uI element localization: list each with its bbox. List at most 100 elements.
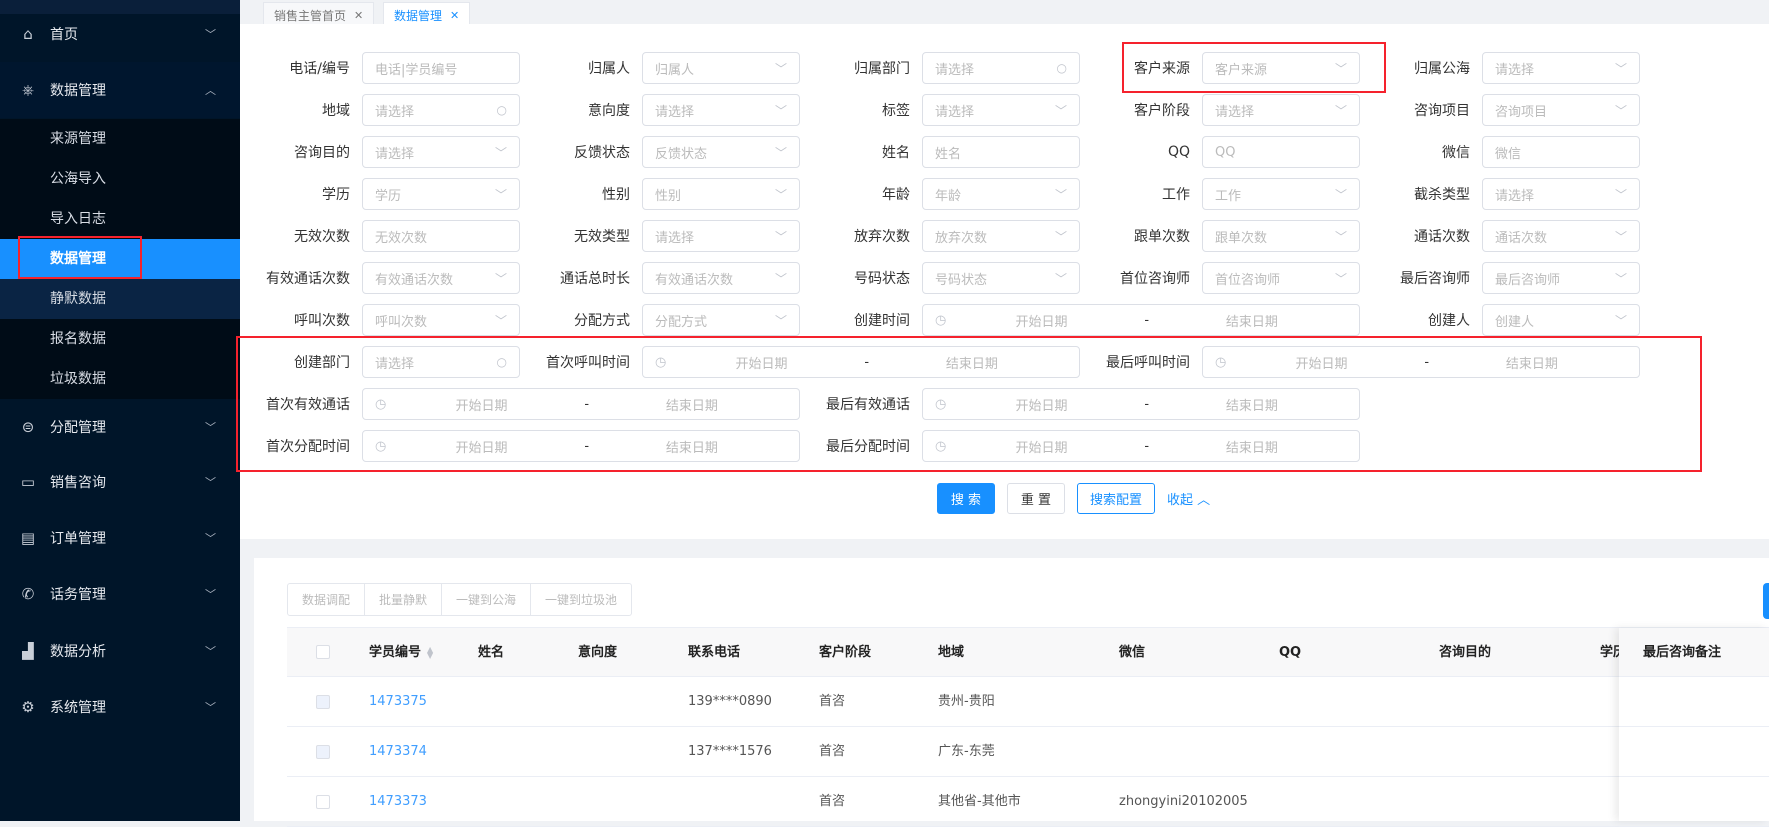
submenu-item-4[interactable]: 静默数据 — [0, 279, 240, 319]
date-range-picker[interactable]: ◷ 开始日期 - 结束日期 — [1202, 346, 1640, 378]
submenu-item-6[interactable]: 垃圾数据 — [0, 359, 240, 399]
cell-id[interactable]: 1473374 — [369, 727, 427, 777]
sidebar-item-6[interactable]: ▟ 数据分析 ﹀ — [0, 623, 240, 679]
text-input[interactable]: 微信 — [1482, 136, 1640, 168]
date-range-picker[interactable]: ◷ 开始日期 - 结束日期 — [642, 346, 1080, 378]
end-date-input[interactable]: 结束日期 — [597, 437, 787, 456]
data-allocate-button[interactable]: 数据调配 — [288, 584, 366, 615]
sidebar-item-4[interactable]: ▤ 订单管理 ﹀ — [0, 510, 240, 566]
select-input[interactable]: 年龄 ﹀ — [922, 178, 1080, 210]
row-checkbox[interactable] — [316, 695, 330, 709]
submenu-item-3[interactable]: 数据管理 — [0, 239, 240, 279]
search-button[interactable]: 搜 索 — [937, 483, 995, 514]
form-field: 创建部门 请选择 ○ — [250, 346, 530, 378]
start-date-input[interactable]: 开始日期 — [386, 437, 576, 456]
select-input[interactable]: 咨询项目 ﹀ — [1482, 94, 1640, 126]
sidebar-item-2[interactable]: ⊜ 分配管理 ﹀ — [0, 399, 240, 455]
select-input[interactable]: 首位咨询师 ﹀ — [1202, 262, 1360, 294]
text-input[interactable]: 电话|学员编号 — [362, 52, 520, 84]
start-date-input[interactable]: 开始日期 — [946, 395, 1136, 414]
reset-button[interactable]: 重 置 — [1007, 483, 1065, 514]
select-input[interactable]: 请选择 ﹀ — [1202, 94, 1360, 126]
select-input[interactable]: 放弃次数 ﹀ — [922, 220, 1080, 252]
search-select[interactable]: 请选择 ○ — [362, 346, 520, 378]
select-input[interactable]: 呼叫次数 ﹀ — [362, 304, 520, 336]
start-date-input[interactable]: 开始日期 — [946, 311, 1136, 330]
select-input[interactable]: 客户来源 ﹀ — [1202, 52, 1360, 84]
row-checkbox[interactable] — [316, 795, 330, 809]
batch-silence-button[interactable]: 批量静默 — [365, 584, 443, 615]
tab-label: 数据管理 — [394, 8, 443, 23]
date-range-picker[interactable]: ◷ 开始日期 - 结束日期 — [922, 304, 1360, 336]
close-icon[interactable]: ✕ — [354, 9, 363, 22]
sidebar-item-7[interactable]: ⚙ 系统管理 ﹀ — [0, 679, 240, 735]
submenu-item-5[interactable]: 报名数据 — [0, 319, 240, 359]
table-row[interactable]: 1473373 首咨 其他省-其他市 zhongyini20102005 — [287, 777, 1769, 827]
row-checkbox[interactable] — [316, 745, 330, 759]
start-date-input[interactable]: 开始日期 — [386, 395, 576, 414]
date-range-picker[interactable]: ◷ 开始日期 - 结束日期 — [922, 430, 1360, 462]
end-date-input[interactable]: 结束日期 — [1157, 311, 1347, 330]
search-panel: 电话/编号 电话|学员编号 归属人 归属人 ﹀ 归属部门 请选择 ○ 客户来源 客户来源 ﹀ 归属公海… — [240, 24, 1769, 539]
select-input[interactable]: 性别 ﹀ — [642, 178, 800, 210]
date-range-picker[interactable]: ◷ 开始日期 - 结束日期 — [362, 430, 800, 462]
select-input[interactable]: 反馈状态 ﹀ — [642, 136, 800, 168]
text-input[interactable]: 无效次数 — [362, 220, 520, 252]
text-input[interactable]: QQ — [1202, 136, 1360, 168]
submenu-item-2[interactable]: 导入日志 — [0, 199, 240, 239]
collapse-link[interactable]: 收起 ︿ — [1167, 489, 1210, 508]
sidebar-item-1[interactable]: ⎈ 数据管理 ︿ — [0, 62, 240, 118]
end-date-input[interactable]: 结束日期 — [877, 353, 1067, 372]
select-input[interactable]: 跟单次数 ﹀ — [1202, 220, 1360, 252]
start-date-input[interactable]: 开始日期 — [666, 353, 856, 372]
placeholder: 创建人 — [1495, 314, 1535, 330]
text-input[interactable]: 姓名 — [922, 136, 1080, 168]
select-all-checkbox[interactable] — [316, 645, 330, 659]
cell-id[interactable]: 1473373 — [369, 777, 427, 827]
select-input[interactable]: 分配方式 ﹀ — [642, 304, 800, 336]
select-input[interactable]: 有效通话次数 ﹀ — [362, 262, 520, 294]
search-config-button[interactable]: 搜索配置 — [1077, 483, 1155, 514]
end-date-input[interactable]: 结束日期 — [597, 395, 787, 414]
start-date-input[interactable]: 开始日期 — [946, 437, 1136, 456]
end-date-input[interactable]: 结束日期 — [1157, 437, 1347, 456]
close-icon[interactable]: ✕ — [450, 9, 459, 22]
move-to-trash-button[interactable]: 一键到垃圾池 — [531, 584, 631, 615]
select-input[interactable]: 请选择 ﹀ — [922, 94, 1080, 126]
select-input[interactable]: 工作 ﹀ — [1202, 178, 1360, 210]
sidebar-item-5[interactable]: ✆ 话务管理 ﹀ — [0, 566, 240, 622]
date-range-picker[interactable]: ◷ 开始日期 - 结束日期 — [922, 388, 1360, 420]
select-input[interactable]: 号码状态 ﹀ — [922, 262, 1080, 294]
select-input[interactable]: 请选择 ﹀ — [1482, 52, 1640, 84]
column-header: 地域 — [938, 628, 964, 677]
table-row[interactable]: 1473375 139****0890 首咨 贵州-贵阳 — [287, 677, 1769, 727]
select-input[interactable]: 请选择 ﹀ — [362, 136, 520, 168]
placeholder: 有效通话次数 — [655, 272, 734, 288]
sidebar-item-3[interactable]: ▭ 销售咨询 ﹀ — [0, 454, 240, 510]
select-input[interactable]: 请选择 ﹀ — [642, 220, 800, 252]
right-edge-button[interactable] — [1763, 583, 1769, 619]
cell-phone: 137****1576 — [688, 744, 772, 759]
end-date-input[interactable]: 结束日期 — [1157, 395, 1347, 414]
select-input[interactable]: 归属人 ﹀ — [642, 52, 800, 84]
select-input[interactable]: 学历 ﹀ — [362, 178, 520, 210]
select-input[interactable]: 请选择 ﹀ — [642, 94, 800, 126]
cell-id[interactable]: 1473375 — [369, 677, 427, 727]
start-date-input[interactable]: 开始日期 — [1226, 353, 1416, 372]
select-input[interactable]: 有效通话次数 ﹀ — [642, 262, 800, 294]
submenu-item-0[interactable]: 来源管理 — [0, 119, 240, 159]
range-separator: - — [1144, 438, 1150, 454]
date-range-picker[interactable]: ◷ 开始日期 - 结束日期 — [362, 388, 800, 420]
submenu-item-1[interactable]: 公海导入 — [0, 159, 240, 199]
search-select[interactable]: 请选择 ○ — [922, 52, 1080, 84]
end-date-input[interactable]: 结束日期 — [1437, 353, 1627, 372]
sort-icon[interactable]: ▲ ▼ — [427, 645, 433, 659]
select-input[interactable]: 请选择 ﹀ — [1482, 178, 1640, 210]
sidebar-item-0[interactable]: ⌂ 首页 ﹀ — [0, 6, 240, 62]
search-select[interactable]: 请选择 ○ — [362, 94, 520, 126]
move-to-public-pool-button[interactable]: 一键到公海 — [442, 584, 532, 615]
select-input[interactable]: 创建人 ﹀ — [1482, 304, 1640, 336]
select-input[interactable]: 最后咨询师 ﹀ — [1482, 262, 1640, 294]
select-input[interactable]: 通话次数 ﹀ — [1482, 220, 1640, 252]
table-row[interactable]: 1473374 137****1576 首咨 广东-东莞 — [287, 727, 1769, 777]
